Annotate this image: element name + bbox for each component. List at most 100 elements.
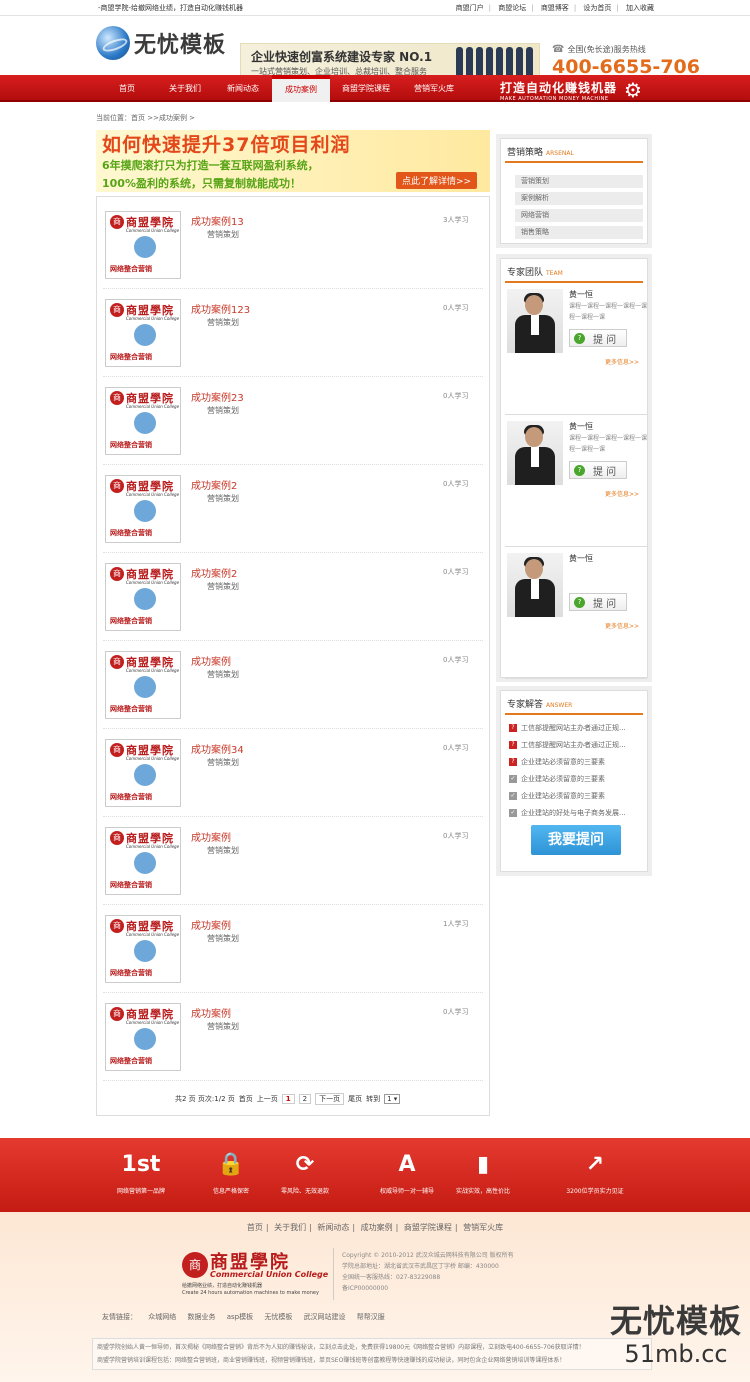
footer-nav-about[interactable]: 关于我们 — [274, 1223, 306, 1232]
answer-item[interactable]: ? 企业建站必须留意的三要素 — [509, 757, 605, 767]
case-thumbnail[interactable]: 商商盟學院 Commercial Union College 网络整合营销 — [105, 739, 181, 807]
case-row[interactable]: 商商盟學院 Commercial Union College 网络整合营销 成功案例营… — [103, 993, 483, 1081]
pager-next[interactable]: 下一页 — [315, 1093, 345, 1105]
college-seal-icon: 商 — [110, 1007, 124, 1021]
ask-question-button[interactable]: 我要提问 — [531, 825, 621, 855]
nav-arsenal[interactable]: 营销军火库 — [402, 75, 466, 102]
friend-link[interactable]: 武汉网站建设 — [304, 1313, 346, 1321]
case-thumbnail[interactable]: 商商盟學院 Commercial Union College 网络整合营销 — [105, 651, 181, 719]
case-row[interactable]: 商商盟學院 Commercial Union College 网络整合营销 成功案例2… — [103, 465, 483, 553]
ask-expert-button[interactable]: ? 提 问 — [569, 593, 627, 611]
case-title[interactable]: 成功案例 — [191, 917, 231, 932]
expert-card: 黄一恒 课程一课程一课程一课程一课程一课程一课? 提 问更多信息>> — [505, 417, 647, 547]
footer-nav-home[interactable]: 首页 — [247, 1223, 263, 1232]
expert-name[interactable]: 黄一恒 — [569, 553, 593, 564]
friend-link[interactable]: asp模板 — [227, 1313, 253, 1321]
pager-last[interactable]: 尾页 — [348, 1094, 362, 1104]
nav-courses[interactable]: 商盟学院课程 — [330, 75, 402, 102]
case-thumbnail[interactable]: 商商盟學院 Commercial Union College 网络整合营销 — [105, 827, 181, 895]
case-thumbnail[interactable]: 商商盟學院 Commercial Union College 网络整合营销 — [105, 299, 181, 367]
top-slogan: -商盟学院-给撤网络业绩，打造自动化赚钱机器 — [98, 3, 244, 12]
case-title[interactable]: 成功案例 — [191, 653, 231, 668]
top-link-set-home[interactable]: 设为首页 — [583, 4, 611, 12]
top-link-forum[interactable]: 商盟论坛 — [498, 4, 526, 12]
site-logo[interactable]: 无忧模板 — [96, 26, 226, 60]
expert-more-link[interactable]: 更多信息>> — [605, 357, 639, 366]
friend-link[interactable]: 帮帮汉服 — [357, 1313, 385, 1321]
footer-nav-news[interactable]: 新闻动态 — [317, 1223, 349, 1232]
pager-first[interactable]: 首页 — [239, 1094, 253, 1104]
globe-icon — [96, 26, 130, 60]
case-row[interactable]: 商商盟學院 Commercial Union College 网络整合营销 成功案例营… — [103, 817, 483, 905]
case-title[interactable]: 成功案例2 — [191, 565, 237, 580]
college-seal-icon: 商 — [110, 479, 124, 493]
case-row[interactable]: 商商盟學院 Commercial Union College 网络整合营销 成功案例3… — [103, 729, 483, 817]
case-learner-count: 3人学习 — [443, 216, 469, 224]
top-link-portal[interactable]: 商盟门户 — [456, 4, 484, 12]
strategy-item-planning[interactable]: 营销策划 — [515, 175, 643, 188]
answer-item[interactable]: ? 工信部提醒网站主办者通过正规... — [509, 723, 626, 733]
pager-page-select[interactable]: 1 ▾ — [384, 1094, 401, 1104]
thumb-en: Commercial Union College — [126, 228, 180, 233]
case-row[interactable]: 商商盟學院 Commercial Union College 网络整合营销 成功案例1… — [103, 289, 483, 377]
top-link-blog[interactable]: 商盟博客 — [541, 4, 569, 12]
expert-more-link[interactable]: 更多信息>> — [605, 489, 639, 498]
case-title[interactable]: 成功案例 — [191, 829, 231, 844]
case-title[interactable]: 成功案例13 — [191, 213, 244, 228]
strategy-item-sales[interactable]: 销售策略 — [515, 226, 643, 239]
ask-expert-button[interactable]: ? 提 问 — [569, 329, 627, 347]
friend-link[interactable]: 数据业务 — [187, 1313, 215, 1321]
top-link-favorite[interactable]: 加入收藏 — [626, 4, 654, 12]
case-row[interactable]: 商商盟學院 Commercial Union College 网络整合营销 成功案例2… — [103, 377, 483, 465]
case-thumbnail[interactable]: 商商盟學院 Commercial Union College 网络整合营销 — [105, 211, 181, 279]
footer-nav-arsenal[interactable]: 营销军火库 — [463, 1223, 503, 1232]
pager-prev[interactable]: 上一页 — [257, 1094, 278, 1104]
friend-link[interactable]: 无忧模板 — [264, 1313, 292, 1321]
case-thumbnail[interactable]: 商商盟學院 Commercial Union College 网络整合营销 — [105, 915, 181, 983]
case-row[interactable]: 商商盟學院 Commercial Union College 网络整合营销 成功案例营… — [103, 905, 483, 993]
college-seal-icon: 商 — [110, 215, 124, 229]
network-graphic-icon — [134, 852, 156, 874]
case-title[interactable]: 成功案例2 — [191, 477, 237, 492]
promo-details-button[interactable]: 点此了解详情>> — [396, 172, 478, 189]
case-row[interactable]: 商商盟學院 Commercial Union College 网络整合营销 成功案例2… — [103, 553, 483, 641]
footer-nav-cases[interactable]: 成功案例 — [361, 1223, 393, 1232]
expert-photo[interactable] — [507, 289, 563, 353]
nav-news[interactable]: 新闻动态 — [214, 75, 272, 102]
hotline-label: 全国(免长途)服务热线 — [567, 45, 646, 54]
nav-cases[interactable]: 成功案例 — [272, 75, 330, 102]
answer-item[interactable]: ✓ 企业建站必须留意的三要素 — [509, 791, 605, 801]
answer-item[interactable]: ✓ 企业建站的好处与电子商务发展... — [509, 808, 626, 818]
case-category: 营销策划 — [207, 318, 239, 327]
case-thumbnail[interactable]: 商商盟學院 Commercial Union College 网络整合营销 — [105, 1003, 181, 1071]
friend-link[interactable]: 众城网络 — [148, 1313, 176, 1321]
case-row[interactable]: 商商盟學院 Commercial Union College 网络整合营销 成功案例营… — [103, 641, 483, 729]
pager-page-2[interactable]: 2 — [298, 1094, 312, 1104]
nav-about[interactable]: 关于我们 — [156, 75, 214, 102]
expert-name[interactable]: 黄一恒 — [569, 421, 593, 432]
case-title[interactable]: 成功案例123 — [191, 301, 250, 316]
promo-banner[interactable]: 如何快速提升37倍项目利润 6年摸爬滚打只为打造一套互联网盈利系统， 100%盈… — [96, 130, 490, 192]
case-row[interactable]: 商商盟學院 Commercial Union College 网络整合营销 成功案例1… — [103, 201, 483, 289]
answer-item[interactable]: ✓ 企业建站必须留意的三要素 — [509, 774, 605, 784]
strategy-item-online-marketing[interactable]: 网络营销 — [515, 209, 643, 222]
pager-summary: 共2 页 页次:1/2 页 — [175, 1095, 235, 1103]
footer-nav-courses[interactable]: 商盟学院课程 — [404, 1223, 452, 1232]
answer-item[interactable]: ? 工信部提醒网站主办者通过正规... — [509, 740, 626, 750]
expert-photo[interactable] — [507, 421, 563, 485]
nav-home[interactable]: 首页 — [98, 75, 156, 102]
pager-page-1[interactable]: 1 — [281, 1094, 295, 1104]
expert-name[interactable]: 黄一恒 — [569, 289, 593, 300]
case-thumbnail[interactable]: 商商盟學院 Commercial Union College 网络整合营销 — [105, 475, 181, 543]
case-title[interactable]: 成功案例 — [191, 1005, 231, 1020]
expert-more-link[interactable]: 更多信息>> — [605, 621, 639, 630]
case-title[interactable]: 成功案例34 — [191, 741, 244, 756]
ask-expert-button[interactable]: ? 提 问 — [569, 461, 627, 479]
case-category: 营销策划 — [207, 582, 239, 591]
case-thumbnail[interactable]: 商商盟學院 Commercial Union College 网络整合营销 — [105, 387, 181, 455]
expert-photo[interactable] — [507, 553, 563, 617]
case-title[interactable]: 成功案例23 — [191, 389, 244, 404]
strategy-item-case-analysis[interactable]: 案例解析 — [515, 192, 643, 205]
case-thumbnail[interactable]: 商商盟學院 Commercial Union College 网络整合营销 — [105, 563, 181, 631]
feature-icon: ↗ — [585, 1152, 605, 1177]
